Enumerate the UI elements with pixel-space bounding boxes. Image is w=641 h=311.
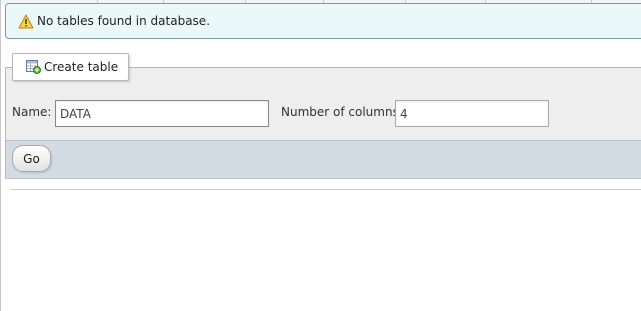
- number-of-columns-label: Number of columns:: [281, 105, 403, 119]
- divider: [11, 189, 641, 190]
- notice-box: No tables found in database.: [5, 3, 641, 39]
- form-footer: [5, 140, 641, 179]
- create-table-legend[interactable]: Create table: [12, 53, 130, 81]
- create-table-label: Create table: [44, 60, 119, 74]
- number-of-columns-input[interactable]: [395, 100, 549, 127]
- database-structure-page: No tables found in database. Create tabl…: [0, 0, 641, 311]
- table-name-input[interactable]: [55, 100, 269, 127]
- notice-message: No tables found in database.: [37, 14, 211, 28]
- go-button[interactable]: Go: [12, 145, 51, 172]
- name-label: Name:: [12, 105, 52, 119]
- warning-icon: [18, 14, 34, 29]
- table-add-icon: [26, 60, 41, 74]
